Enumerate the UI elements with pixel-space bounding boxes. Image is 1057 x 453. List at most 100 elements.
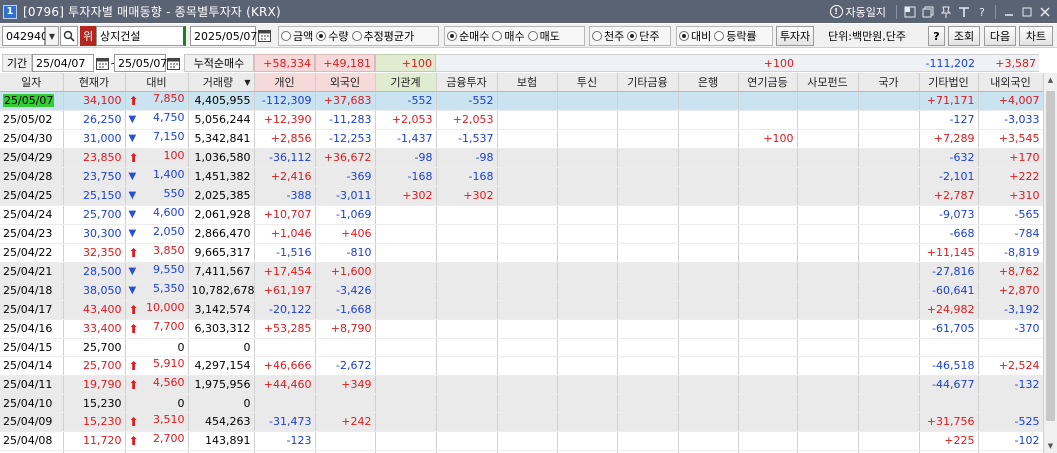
table-row[interactable]: 25/04/16 33,400 ⬆ 7,700 6,303,312 +53,285 +8,7…: [0, 319, 1043, 339]
stock-name-field[interactable]: 상지건설: [96, 26, 186, 46]
next-button[interactable]: 다음: [984, 26, 1016, 46]
col-header-change[interactable]: 대비: [125, 73, 189, 92]
close-icon[interactable]: [1036, 3, 1054, 21]
table-row[interactable]: 25/04/30 31,000 ▼ 7,150 5,342,841 +2,856 -12,2…: [0, 129, 1043, 149]
table-row[interactable]: 25/04/24 25,700 ▼ 4,600 2,061,928 +10,707 -1,0…: [0, 205, 1043, 225]
calendar-button[interactable]: [256, 26, 272, 44]
col-header-bank[interactable]: 은행: [678, 73, 739, 92]
change-value: 7,700: [153, 319, 185, 333]
table-row[interactable]: 25/04/14 25,700 ⬆ 5,910 4,297,154 +46,666 -2,6…: [0, 356, 1043, 376]
window-number-badge[interactable]: 1: [3, 4, 17, 19]
pin-icon[interactable]: [937, 3, 955, 21]
scroll-down-icon[interactable]: ▼: [1044, 439, 1057, 453]
table-row[interactable]: 25/04/18 38,050 ▼ 5,350 10,782,678 +61,197 -3,…: [0, 281, 1043, 301]
cell-financial-invest: [436, 431, 498, 451]
col-header-date[interactable]: 일자: [0, 73, 64, 92]
col-header-individual[interactable]: 개인: [254, 73, 316, 92]
arrow-up-icon: ⬆: [128, 321, 139, 336]
change-value: 100: [163, 148, 185, 162]
col-header-institution[interactable]: 기관계: [375, 73, 437, 92]
change-value: 7,150: [153, 129, 185, 143]
font-size-icon[interactable]: [955, 3, 973, 21]
cell-individual: +53,285: [254, 319, 316, 339]
radio-net-buy[interactable]: 순매수: [447, 28, 489, 44]
col-header-foreign[interactable]: 외국인: [315, 73, 376, 92]
table-row[interactable]: 25/04/23 30,300 ▼ 2,050 2,866,470 +1,046 +406 -…: [0, 224, 1043, 244]
chart-button[interactable]: 차트: [1019, 26, 1053, 46]
radio-amount[interactable]: 금액: [281, 28, 313, 44]
cell-change: ⬆ 3,510: [125, 412, 189, 432]
cell-nation: [858, 338, 920, 357]
table-row[interactable]: 25/04/10 15,230 0 0: [0, 394, 1043, 413]
investor-button[interactable]: 투자자: [776, 26, 814, 46]
col-header-trust[interactable]: 투신: [557, 73, 618, 92]
table-row[interactable]: 25/04/11 19,790 ⬆ 4,560 1,975,956 +44,460 +349…: [0, 375, 1043, 395]
cell-insurance: [497, 224, 558, 244]
cell-other-corp: -2,101: [919, 167, 979, 187]
cell-insurance: [497, 300, 558, 320]
table-row[interactable]: 25/04/22 32,350 ⬆ 3,850 9,665,317 -1,516 -810 +…: [0, 243, 1043, 263]
period-from-input[interactable]: 25/04/07: [32, 54, 94, 72]
radio-avg-price[interactable]: 추정평균가: [351, 28, 414, 44]
auto-journal-toggle[interactable]: ! 자동일지: [829, 4, 886, 20]
scroll-thumb[interactable]: [1046, 91, 1055, 421]
cell-trust: [557, 356, 618, 376]
cell-bank: [678, 375, 739, 395]
radio-change-rate[interactable]: 등락률: [714, 28, 757, 44]
table-row[interactable]: 25/04/17 43,400 ⬆ 10,000 3,142,574 -20,122 -1,…: [0, 300, 1043, 320]
maximize-icon[interactable]: [1018, 3, 1036, 21]
cell-change: ⬆ 3,850: [125, 243, 189, 263]
stock-code-dropdown[interactable]: ▼: [45, 26, 59, 46]
minimize-icon[interactable]: [1000, 3, 1018, 21]
col-header-financial-invest[interactable]: 금융투자: [436, 73, 498, 92]
col-header-private-fund[interactable]: 사모펀드: [797, 73, 859, 92]
table-row[interactable]: 25/04/09 15,230 ⬆ 3,510 454,263 -31,473 +242 +3…: [0, 412, 1043, 432]
col-header-other-corp[interactable]: 기타법인: [919, 73, 979, 92]
radio-buy[interactable]: 매수: [492, 28, 525, 44]
help-button[interactable]: ?: [928, 26, 945, 46]
table-row[interactable]: 25/04/25 25,150 ▼ 550 2,025,385 -388 -3,011 +30…: [0, 186, 1043, 206]
table-row[interactable]: 25/05/07 34,100 ⬆ 7,850 4,405,955 -112,309 +37…: [0, 91, 1043, 111]
table-row[interactable]: 25/04/29 23,850 ⬆ 100 1,036,580 -36,112 +36,67…: [0, 148, 1043, 168]
period-to-input[interactable]: 25/05/07: [114, 54, 167, 72]
vertical-scrollbar[interactable]: ▲ ▼: [1043, 73, 1057, 453]
stock-code-input[interactable]: 042940: [2, 26, 48, 46]
query-button[interactable]: 조회: [948, 26, 980, 46]
table-row[interactable]: 25/04/28 23,750 ▼ 1,400 1,451,382 +2,416 -369-…: [0, 167, 1043, 187]
table-row[interactable]: 25/05/02 26,250 ▼ 4,750 5,056,244 +12,390 -11,…: [0, 110, 1043, 130]
period-to-calendar-button[interactable]: [165, 54, 181, 72]
radio-quantity[interactable]: 수량: [316, 28, 349, 44]
period-from-calendar-button[interactable]: [94, 54, 110, 72]
col-header-domestic-foreign[interactable]: 내외국인: [978, 73, 1043, 92]
radio-change[interactable]: 대비: [679, 28, 711, 44]
col-header-volume[interactable]: 거래량 ▼: [188, 73, 255, 92]
table-row[interactable]: 25/04/08 11,720 ⬆ 2,700 143,891 -123 +225 -102: [0, 431, 1043, 451]
cell-domestic-foreign: [978, 338, 1043, 357]
radio-sell[interactable]: 매도: [527, 28, 560, 44]
cell-domestic-foreign: +310: [978, 186, 1043, 206]
row-date: 25/04/30: [3, 132, 53, 145]
cell-nation: [858, 412, 920, 432]
stock-search-button[interactable]: [60, 26, 78, 46]
col-header-pension[interactable]: 연기금등: [738, 73, 798, 92]
radio-thousand-shares[interactable]: 천주: [592, 28, 624, 44]
table-row[interactable]: 25/04/15 25,700 0 0: [0, 338, 1043, 357]
dock-icon[interactable]: [901, 3, 919, 21]
row-date: 25/04/28: [3, 170, 53, 183]
help-icon[interactable]: ?: [973, 3, 991, 21]
chevron-down-icon: ▼: [48, 31, 56, 41]
copy-window-icon[interactable]: [919, 3, 937, 21]
col-header-nation[interactable]: 국가: [858, 73, 920, 92]
scroll-up-icon[interactable]: ▲: [1044, 73, 1057, 87]
col-header-price[interactable]: 현재가: [63, 73, 126, 92]
cell-insurance: [497, 412, 558, 432]
date-input[interactable]: 2025/05/07: [190, 26, 257, 46]
volume-sort-icon[interactable]: ▼: [244, 78, 250, 87]
cell-price: 32,350: [63, 243, 126, 263]
col-header-insurance[interactable]: 보험: [497, 73, 558, 92]
table-row[interactable]: 25/04/21 28,500 ▼ 9,550 7,411,567 +17,454 +1,6…: [0, 262, 1043, 282]
sum-empty-area-2: [797, 54, 919, 72]
col-header-other-finance[interactable]: 기타금융: [617, 73, 679, 92]
cell-insurance: [497, 394, 558, 413]
radio-single-shares[interactable]: 단주: [627, 28, 660, 44]
